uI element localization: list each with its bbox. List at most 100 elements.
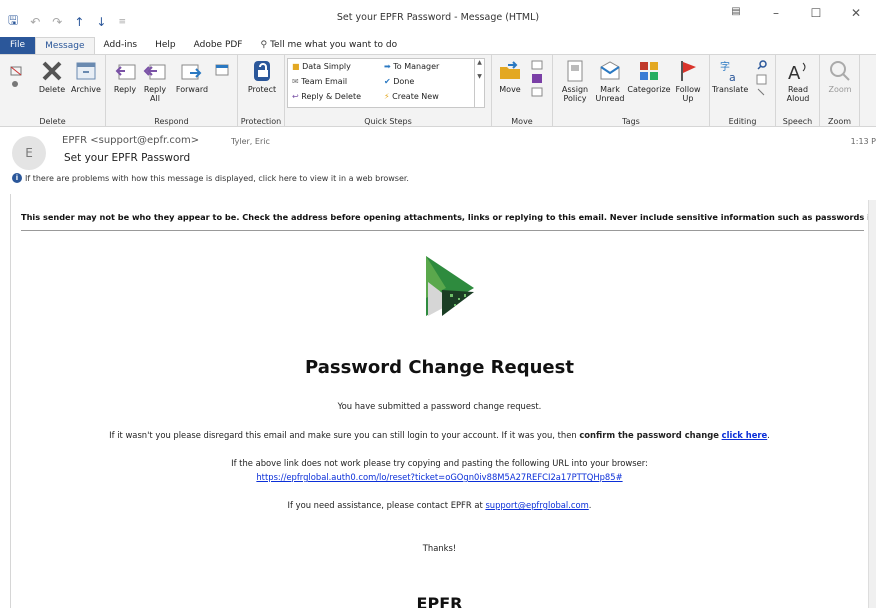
- message-body: This sender may not be who they appear t…: [10, 194, 876, 608]
- archive-label: Archive: [71, 85, 101, 94]
- zoom-button[interactable]: Zoom: [822, 59, 858, 94]
- translate-button[interactable]: 字a Translate: [712, 59, 748, 94]
- follow-up-button[interactable]: Follow Up: [671, 59, 705, 103]
- protect-icon: [254, 61, 270, 81]
- translate-label: Translate: [712, 85, 749, 94]
- body-line-2-end: .: [767, 430, 770, 440]
- quick-steps-group: ■ Data Simply ➡ To Manager ✉ Team Email …: [285, 55, 492, 127]
- svg-text:a: a: [729, 71, 736, 83]
- speech-group: A Read Aloud Speech: [776, 55, 820, 127]
- minimize-button[interactable]: –: [756, 6, 796, 20]
- move-group: Move Move: [492, 55, 553, 127]
- reply-all-icon: [143, 64, 166, 80]
- archive-button[interactable]: Archive: [68, 59, 104, 94]
- delete-label: Delete: [38, 85, 66, 94]
- assign-policy-button[interactable]: Assign Policy: [557, 59, 593, 103]
- more-respond-button[interactable]: [212, 63, 232, 79]
- sender[interactable]: EPFR <support@epfr.com>: [62, 135, 199, 146]
- forward-button[interactable]: Forward: [174, 59, 210, 94]
- delete-group: Delete Archive Delete: [0, 55, 106, 127]
- read-aloud-button[interactable]: A Read Aloud: [780, 59, 816, 103]
- reply-icon: [115, 64, 136, 80]
- subject: Set your EPFR Password: [64, 152, 191, 164]
- lightbulb-icon: ⚲: [260, 40, 268, 50]
- mark-unread-button[interactable]: Mark Unread: [593, 59, 627, 103]
- move-button[interactable]: Move: [494, 59, 526, 94]
- quick-step-create-new[interactable]: ⚡ Create New: [384, 92, 439, 101]
- lightning-icon: ⚡: [384, 92, 390, 101]
- forward-label: Forward: [175, 85, 209, 94]
- avatar[interactable]: E: [12, 136, 46, 170]
- close-button[interactable]: ✕: [836, 6, 876, 20]
- window-controls: ▤ – ☐ ✕: [716, 6, 876, 20]
- quick-step-reply-delete[interactable]: ↩ Reply & Delete: [292, 92, 361, 101]
- quick-step-team-email[interactable]: ✉ Team Email: [292, 77, 347, 86]
- tab-file[interactable]: File: [0, 37, 36, 54]
- ignore-button[interactable]: [6, 65, 26, 93]
- translate-icon: 字a: [720, 60, 736, 83]
- zoom-group: Zoom Zoom: [820, 55, 860, 127]
- read-aloud-icon: A: [788, 62, 806, 83]
- categorize-label: Categorize: [627, 85, 671, 94]
- maximize-button[interactable]: ☐: [796, 6, 836, 20]
- email-heading: Password Change Request: [305, 357, 574, 378]
- message-header: E EPFR <support@epfr.com> Tyler, Eric Se…: [0, 127, 876, 189]
- tell-me-search[interactable]: ⚲ Tell me what you want to do: [252, 37, 407, 54]
- quick-steps-gallery: ■ Data Simply ➡ To Manager ✉ Team Email …: [287, 58, 485, 108]
- forward-icon: [181, 64, 202, 80]
- protect-label: Protect: [247, 85, 277, 94]
- title-bar: 🖫 ↶ ↷ ↑ ↓ ≡ Set your EPFR Password - Mes…: [0, 0, 876, 37]
- move-label: Move: [499, 85, 521, 94]
- epfr-logo: [426, 256, 474, 316]
- editing-group: 字a Translate Editing: [710, 55, 776, 127]
- tab-adobe-pdf[interactable]: Adobe PDF: [185, 37, 252, 54]
- flag-icon: [681, 61, 696, 81]
- quick-steps-scroll[interactable]: ▲ ▼: [474, 59, 484, 107]
- rules-button[interactable]: [528, 59, 548, 101]
- assign-policy-icon: [567, 60, 583, 82]
- quick-step-done[interactable]: ✔ Done: [384, 77, 414, 86]
- delete-button[interactable]: Delete: [36, 59, 68, 94]
- zoom-label: Zoom: [828, 85, 852, 94]
- body-line-3: If the above link does not work please t…: [231, 458, 648, 468]
- support-email-link[interactable]: support@epfrglobal.com: [485, 500, 588, 510]
- body-line-4-end: .: [588, 500, 592, 510]
- tab-help[interactable]: Help: [146, 37, 185, 54]
- body-line-2-text: If it wasn't you please disregard this e…: [109, 430, 580, 440]
- read-aloud-label: Read Aloud: [786, 85, 810, 103]
- find-button[interactable]: [752, 59, 772, 101]
- quick-step-to-manager[interactable]: ➡ To Manager: [384, 62, 439, 71]
- tab-add-ins[interactable]: Add-ins: [95, 37, 147, 54]
- archive-icon: [76, 62, 96, 80]
- categorize-button[interactable]: Categorize: [627, 59, 671, 94]
- editing-group-label: Editing: [728, 117, 757, 126]
- reply-label: Reply: [113, 85, 137, 94]
- sender-warning: This sender may not be who they appear t…: [21, 212, 876, 231]
- rules-icon: [531, 60, 543, 97]
- mark-unread-icon: [600, 61, 620, 80]
- tab-message[interactable]: Message: [35, 37, 95, 54]
- find-icon: [756, 60, 767, 96]
- quick-step-data-simply[interactable]: ■ Data Simply: [292, 62, 351, 71]
- message-scrollbar[interactable]: [868, 200, 876, 608]
- protect-button[interactable]: Protect: [243, 59, 281, 94]
- zoom-group-label: Zoom: [827, 117, 852, 126]
- ribbon: Delete Archive Delete Reply Reply All Fo…: [0, 54, 876, 127]
- info-bar[interactable]: i If there are problems with how this me…: [12, 173, 409, 183]
- reply-delete-icon: ↩: [292, 92, 299, 101]
- mail-icon: ✉: [292, 77, 299, 86]
- move-group-label: Move: [511, 117, 533, 126]
- tags-group-label: Tags: [622, 117, 640, 126]
- tell-me-label: Tell me what you want to do: [270, 40, 398, 50]
- click-here-link[interactable]: click here: [722, 430, 768, 440]
- thanks-text: Thanks!: [422, 543, 457, 553]
- body-line-4-text: If you need assistance, please contact E…: [287, 500, 486, 510]
- reply-button[interactable]: Reply: [110, 59, 140, 94]
- follow-up-label: Follow Up: [675, 85, 701, 103]
- ribbon-display-options-icon[interactable]: ▤: [716, 6, 756, 20]
- respond-group: Reply Reply All Forward Respond: [106, 55, 238, 127]
- folder-icon: ■: [292, 62, 300, 71]
- reply-all-button[interactable]: Reply All: [140, 59, 170, 103]
- recipient[interactable]: Tyler, Eric: [231, 137, 270, 146]
- reset-url-link[interactable]: https://epfrglobal.auth0.com/lo/reset?ti…: [256, 472, 622, 482]
